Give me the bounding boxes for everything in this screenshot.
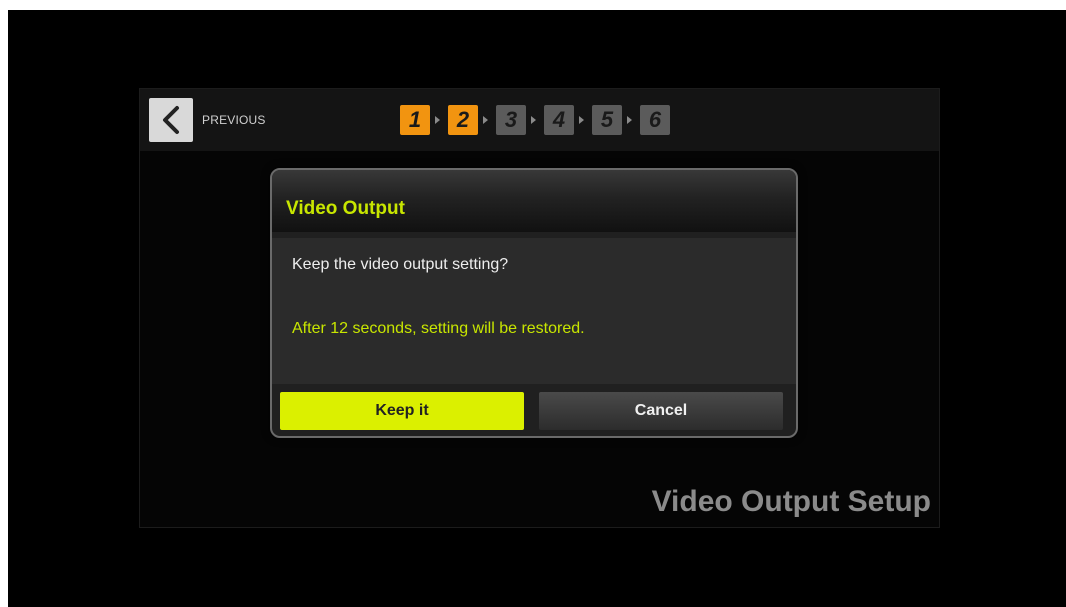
dialog-message: Keep the video output setting? <box>292 256 509 273</box>
step-2: 2 <box>448 105 478 135</box>
dialog-header: Video Output <box>272 170 796 232</box>
previous-button[interactable] <box>149 98 193 142</box>
step-3: 3 <box>496 105 526 135</box>
step-arrow-icon <box>435 116 440 124</box>
step-arrow-icon <box>579 116 584 124</box>
cancel-button[interactable]: Cancel <box>539 392 783 430</box>
step-arrow-icon <box>627 116 632 124</box>
page-title: Video Output Setup <box>651 485 931 518</box>
step-4: 4 <box>544 105 574 135</box>
step-6: 6 <box>640 105 670 135</box>
step-1: 1 <box>400 105 430 135</box>
confirm-dialog: Video Output Keep the video output setti… <box>270 168 798 438</box>
countdown-message: After 12 seconds, setting will be restor… <box>292 320 585 337</box>
previous-label[interactable]: PREVIOUS <box>202 113 266 127</box>
top-bar: PREVIOUS 1 2 3 4 5 6 <box>140 89 939 151</box>
step-5: 5 <box>592 105 622 135</box>
chevron-left-icon <box>163 106 179 134</box>
step-arrow-icon <box>483 116 488 124</box>
step-arrow-icon <box>531 116 536 124</box>
dialog-body: Keep the video output setting? After 12 … <box>272 238 796 384</box>
keep-button[interactable]: Keep it <box>280 392 524 430</box>
screen: PREVIOUS 1 2 3 4 5 6 Video Output Setup <box>8 10 1066 607</box>
dialog-title: Video Output <box>286 198 405 219</box>
